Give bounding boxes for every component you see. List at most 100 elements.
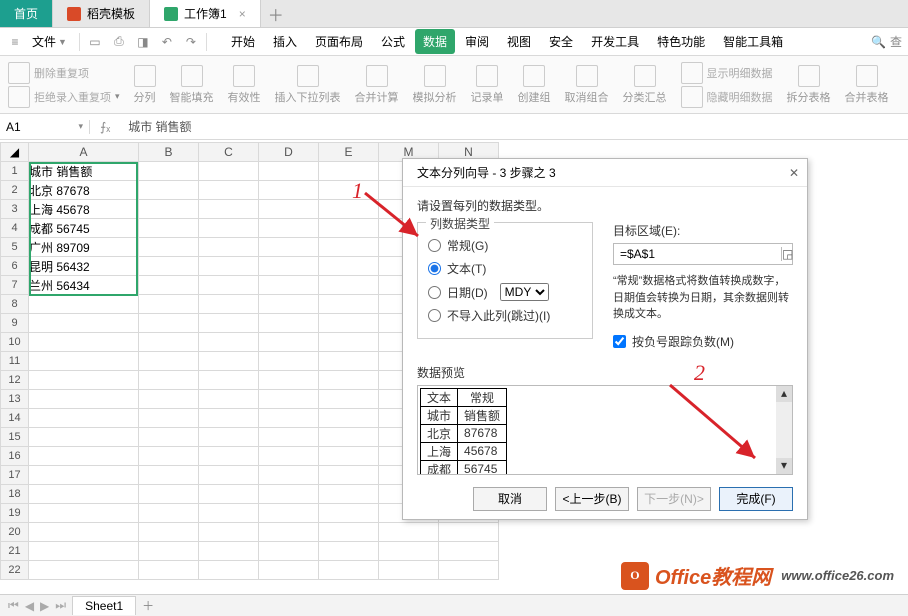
cell[interactable] <box>259 428 319 447</box>
cell[interactable]: 上海 45678 <box>29 200 139 219</box>
cell[interactable]: 兰州 56434 <box>29 276 139 295</box>
col-header-B[interactable]: B <box>139 143 199 162</box>
cell[interactable] <box>379 523 439 542</box>
cell[interactable] <box>139 257 199 276</box>
split-table-button[interactable]: 拆分表格 <box>787 65 831 105</box>
scroll-up-icon[interactable]: ▴ <box>776 386 792 402</box>
cell[interactable] <box>199 428 259 447</box>
save-icon[interactable]: ▭ <box>86 33 104 51</box>
cell[interactable] <box>199 314 259 333</box>
cell[interactable] <box>199 371 259 390</box>
row-header-12[interactable]: 12 <box>1 371 29 390</box>
cell[interactable] <box>259 181 319 200</box>
cell[interactable] <box>319 409 379 428</box>
cell[interactable] <box>379 542 439 561</box>
next-button[interactable]: 下一步(N)> <box>637 487 711 511</box>
cell[interactable] <box>199 390 259 409</box>
tab-home[interactable]: 首页 <box>0 0 53 27</box>
print-icon[interactable]: ⎙ <box>110 33 128 51</box>
cell[interactable] <box>319 276 379 295</box>
cell[interactable] <box>319 523 379 542</box>
row-header-14[interactable]: 14 <box>1 409 29 428</box>
cell[interactable] <box>139 219 199 238</box>
row-header-10[interactable]: 10 <box>1 333 29 352</box>
row-header-5[interactable]: 5 <box>1 238 29 257</box>
date-format-select[interactable]: MDY <box>500 283 549 301</box>
sheet-prev-icon[interactable]: ◀ <box>25 599 34 613</box>
cell[interactable] <box>259 200 319 219</box>
cell[interactable] <box>319 390 379 409</box>
cell[interactable] <box>29 409 139 428</box>
cell[interactable] <box>139 238 199 257</box>
row-header-8[interactable]: 8 <box>1 295 29 314</box>
undo-icon[interactable]: ↶ <box>158 33 176 51</box>
cell[interactable] <box>319 181 379 200</box>
tab-formula[interactable]: 公式 <box>373 29 413 54</box>
cell[interactable] <box>29 352 139 371</box>
row-header-17[interactable]: 17 <box>1 466 29 485</box>
cell[interactable] <box>319 352 379 371</box>
cell[interactable] <box>199 295 259 314</box>
cell[interactable] <box>439 542 499 561</box>
cell[interactable] <box>139 314 199 333</box>
tab-aitool[interactable]: 智能工具箱 <box>715 29 791 54</box>
cell[interactable]: 北京 87678 <box>29 181 139 200</box>
cell[interactable] <box>199 257 259 276</box>
row-header-11[interactable]: 11 <box>1 352 29 371</box>
row-header-18[interactable]: 18 <box>1 485 29 504</box>
fx-icon[interactable]: ⨍ₓ <box>90 120 120 134</box>
row-header-7[interactable]: 7 <box>1 276 29 295</box>
dest-input[interactable] <box>614 247 781 261</box>
cell[interactable] <box>199 200 259 219</box>
cell[interactable] <box>139 276 199 295</box>
cell[interactable] <box>139 181 199 200</box>
cell[interactable] <box>379 561 439 580</box>
cell[interactable] <box>29 485 139 504</box>
cell[interactable] <box>199 485 259 504</box>
cell[interactable] <box>259 238 319 257</box>
redo-icon[interactable]: ↷ <box>182 33 200 51</box>
cell[interactable] <box>439 523 499 542</box>
cell[interactable] <box>139 523 199 542</box>
cell[interactable] <box>139 409 199 428</box>
col-header-D[interactable]: D <box>259 143 319 162</box>
cell[interactable] <box>139 352 199 371</box>
cell[interactable] <box>259 561 319 580</box>
tab-start[interactable]: 开始 <box>223 29 263 54</box>
cell[interactable] <box>259 162 319 181</box>
cell[interactable] <box>319 485 379 504</box>
cell[interactable] <box>139 485 199 504</box>
row-header-22[interactable]: 22 <box>1 561 29 580</box>
tab-review[interactable]: 审阅 <box>457 29 497 54</box>
cell[interactable] <box>259 447 319 466</box>
cell[interactable] <box>29 523 139 542</box>
cell[interactable] <box>319 542 379 561</box>
cell[interactable] <box>199 447 259 466</box>
cell[interactable] <box>199 523 259 542</box>
sheet-first-icon[interactable]: ⏮ <box>8 598 19 613</box>
select-all[interactable]: ◢ <box>1 143 29 162</box>
cell[interactable] <box>259 523 319 542</box>
close-icon[interactable]: ✕ <box>789 166 799 180</box>
cell[interactable] <box>259 352 319 371</box>
whatif-button[interactable]: 模拟分析 <box>413 65 457 105</box>
cell[interactable] <box>139 390 199 409</box>
cell[interactable] <box>199 276 259 295</box>
radio-date[interactable]: 日期(D) MDY <box>428 283 582 301</box>
cell[interactable] <box>29 333 139 352</box>
smartfill-button[interactable]: 智能填充 <box>170 65 214 105</box>
col-header-E[interactable]: E <box>319 143 379 162</box>
cell[interactable] <box>319 238 379 257</box>
cell[interactable] <box>139 428 199 447</box>
back-button[interactable]: <上一步(B) <box>555 487 629 511</box>
cell[interactable] <box>139 371 199 390</box>
validity-button[interactable]: 有效性 <box>228 65 261 105</box>
ungroup-button[interactable]: 取消组合 <box>565 65 609 105</box>
cell[interactable] <box>29 561 139 580</box>
show-detail-button[interactable]: 显示明细数据 <box>681 62 773 84</box>
cell[interactable] <box>29 466 139 485</box>
cell[interactable] <box>259 314 319 333</box>
preview-icon[interactable]: ◨ <box>134 33 152 51</box>
formula-input[interactable]: 城市 销售额 <box>120 118 908 135</box>
cell[interactable] <box>199 181 259 200</box>
